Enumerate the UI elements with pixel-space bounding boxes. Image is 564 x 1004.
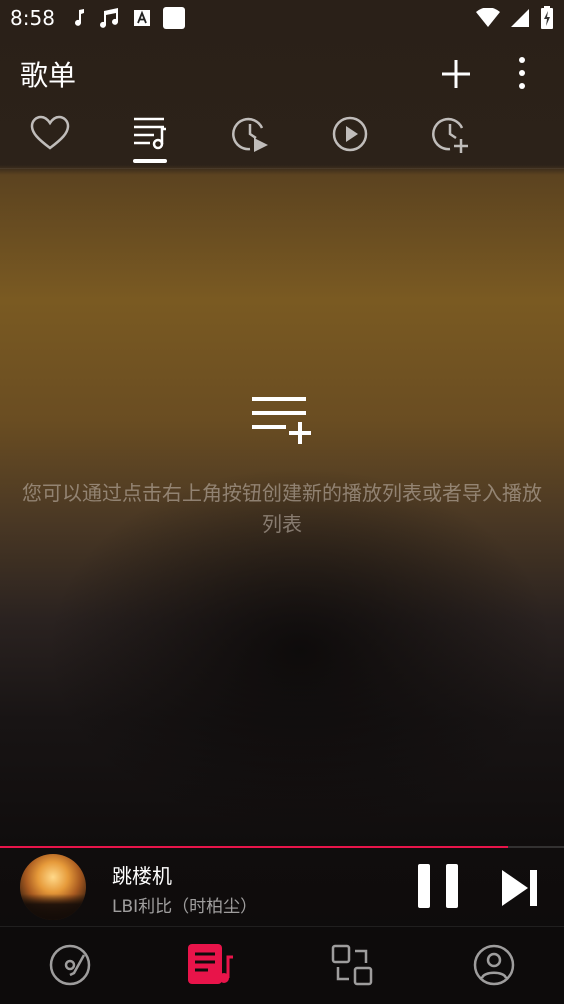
empty-state-message: 您可以通过点击右上角按钮创建新的播放列表或者导入播放列表 bbox=[22, 481, 542, 536]
account-icon bbox=[473, 944, 515, 986]
more-vertical-icon bbox=[519, 57, 525, 89]
progress-fill bbox=[0, 846, 508, 848]
divider bbox=[0, 168, 564, 169]
play-circle-icon bbox=[332, 116, 368, 152]
pause-button[interactable] bbox=[414, 862, 464, 912]
nav-discover[interactable] bbox=[312, 927, 392, 1004]
notification-icons bbox=[72, 6, 186, 30]
nav-playlists[interactable] bbox=[170, 927, 250, 1004]
status-bar: 8:58 bbox=[0, 0, 564, 38]
history-play-icon bbox=[232, 117, 268, 152]
more-options-button[interactable] bbox=[504, 52, 540, 96]
album-art[interactable] bbox=[20, 854, 86, 920]
music-note-icon bbox=[75, 9, 84, 26]
tab-recent-played[interactable] bbox=[220, 108, 280, 168]
playlist-music-icon bbox=[188, 944, 233, 984]
battery-icon bbox=[541, 6, 553, 29]
bottom-navigation bbox=[0, 927, 564, 1004]
tab-recent-added[interactable] bbox=[420, 108, 480, 168]
swap-screens-icon bbox=[331, 944, 373, 986]
tab-favorites[interactable] bbox=[20, 108, 80, 168]
playlist-tabs bbox=[0, 108, 564, 168]
next-button[interactable] bbox=[498, 866, 542, 910]
app-bar: 歌单 bbox=[0, 40, 564, 104]
music-notes-icon bbox=[100, 8, 118, 28]
heart-icon bbox=[30, 115, 70, 150]
plus-icon bbox=[442, 60, 470, 88]
signal-icon bbox=[511, 9, 529, 27]
playlist-add-icon bbox=[252, 397, 311, 444]
nav-library[interactable] bbox=[30, 927, 110, 1004]
pause-icon bbox=[418, 864, 458, 908]
song-artist: LBI利比（时柏尘） bbox=[112, 897, 258, 917]
mini-player[interactable]: 跳楼机 LBI利比（时柏尘） bbox=[0, 846, 564, 926]
progress-track bbox=[0, 846, 564, 848]
a-letter-icon bbox=[134, 10, 150, 26]
skip-next-icon bbox=[502, 870, 537, 906]
history-add-icon bbox=[432, 117, 468, 153]
song-title: 跳楼机 bbox=[112, 864, 172, 888]
tab-now-playing[interactable] bbox=[320, 108, 380, 168]
wifi-icon bbox=[476, 8, 500, 27]
playlist-music-icon bbox=[134, 117, 166, 150]
disc-icon bbox=[49, 944, 91, 986]
add-playlist-button[interactable] bbox=[434, 52, 478, 96]
system-icons bbox=[476, 6, 554, 30]
tab-indicator bbox=[133, 159, 167, 163]
white-square-icon bbox=[163, 7, 185, 29]
nav-profile[interactable] bbox=[454, 927, 534, 1004]
page-title: 歌单 bbox=[20, 59, 77, 92]
status-time: 8:58 bbox=[10, 6, 55, 30]
